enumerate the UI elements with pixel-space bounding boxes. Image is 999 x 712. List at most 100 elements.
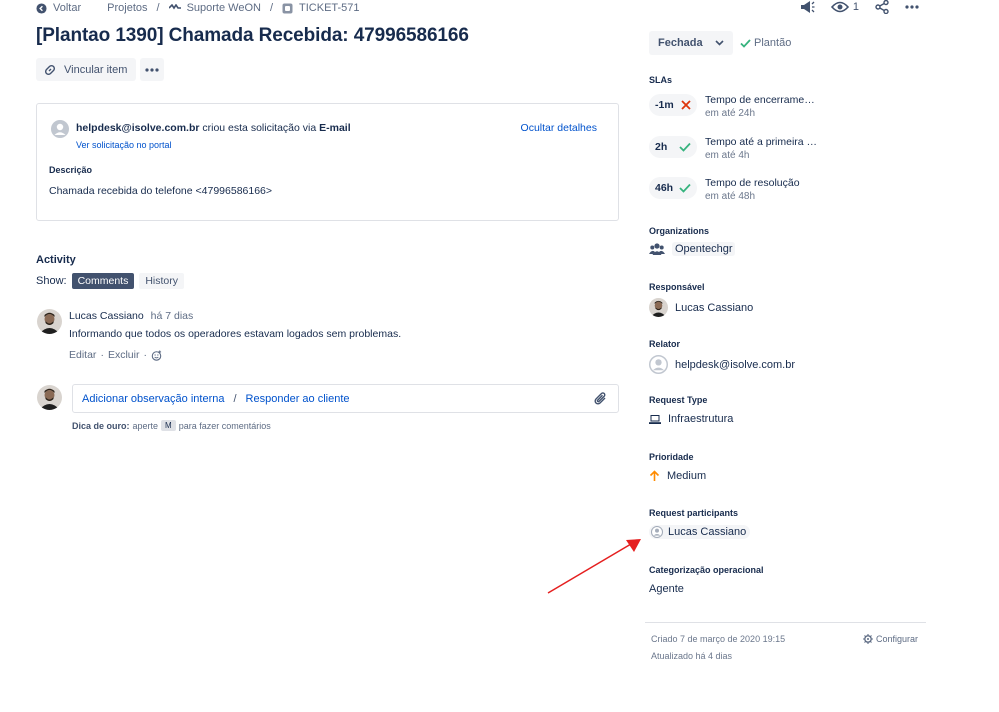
delete-comment-link[interactable]: Excluir [108, 349, 140, 361]
view-in-portal-link[interactable]: Ver solicitação no portal [76, 140, 172, 150]
tip-text-2: para fazer comentários [178, 420, 271, 431]
requester-line: helpdesk@isolve.com.br criou esta solici… [76, 122, 351, 134]
separator-dot: · [100, 349, 104, 361]
attachment-icon[interactable] [594, 391, 608, 407]
keyboard-tip: Dica de ouro: aperte M para fazer coment… [72, 420, 271, 431]
more-icon [145, 67, 159, 72]
status-dropdown[interactable]: Fechada [649, 31, 733, 55]
slas-title: SLAs [649, 75, 673, 85]
sla-badge: 2h [649, 136, 697, 158]
reporter-email: helpdesk@isolve.com.br [675, 358, 795, 371]
participant-chip[interactable]: Lucas Cassiano [649, 525, 751, 539]
priority-value: Medium [667, 470, 707, 482]
link-icon [43, 63, 57, 77]
sla-target: em até 24h [705, 108, 756, 119]
request-type-value: Infraestrutura [668, 413, 734, 425]
tab-comments[interactable]: Comments [71, 273, 135, 289]
watch-button[interactable]: 1 [830, 1, 859, 13]
sla-item[interactable]: 2h Tempo até a primeira … em até 4h [649, 136, 817, 161]
default-avatar-icon [649, 355, 668, 374]
comment-header: Lucas Cassiano há 7 dias [69, 310, 193, 322]
back-link[interactable]: Voltar [53, 2, 81, 14]
add-internal-note-link[interactable]: Adicionar observação interna [82, 393, 224, 405]
back-arrow-icon[interactable] [36, 2, 47, 14]
comment-author[interactable]: Lucas Cassiano [69, 310, 144, 322]
breadcrumb-ticket[interactable]: TICKET-571 [299, 2, 360, 14]
tab-history[interactable]: History [139, 273, 185, 289]
sla-item[interactable]: 46h Tempo de resolução em até 48h [649, 177, 800, 202]
link-item-button[interactable]: Vincular item [36, 58, 137, 81]
sla-text: Tempo de resolução em até 48h [705, 177, 800, 202]
assignee-name: Lucas Cassiano [675, 301, 754, 314]
reply-separator: / [233, 392, 237, 405]
organization-chip[interactable]: Opentechgr [672, 242, 736, 256]
assignee-field[interactable]: Lucas Cassiano [649, 298, 753, 317]
status-label: Fechada [658, 37, 703, 49]
reply-to-customer-link[interactable]: Responder ao cliente [246, 393, 350, 405]
show-label: Show: [36, 275, 67, 287]
sla-time: 46h [655, 182, 674, 194]
arrow-up-priority-icon [649, 470, 660, 482]
people-group-icon [649, 242, 665, 256]
assignee-label: Responsável [649, 282, 705, 292]
toolbar-more-button[interactable] [140, 58, 164, 81]
default-avatar-icon [51, 120, 69, 138]
feedback-megaphone-icon[interactable] [799, 0, 815, 14]
configure-link[interactable]: Configurar [863, 634, 918, 644]
breadcrumb-separator: / [269, 2, 274, 14]
activity-title: Activity [36, 254, 76, 266]
organizations-label: Organizations [649, 226, 710, 236]
met-check-icon [679, 183, 691, 193]
organizations-field[interactable]: Opentechgr [649, 242, 736, 256]
breached-x-icon [681, 100, 691, 110]
divider [645, 622, 926, 623]
edit-comment-link[interactable]: Editar [69, 349, 96, 361]
more-actions-icon[interactable] [905, 5, 919, 9]
activity-filter: Show: Comments History [36, 273, 185, 289]
channel-name: E-mail [319, 122, 351, 134]
watchers-count: 1 [852, 1, 859, 13]
shortcut-key: M [161, 420, 176, 431]
breadcrumb: Voltar Projetos / Suporte WeON / TICKET-… [36, 1, 360, 15]
sla-badge: -1m [649, 94, 697, 116]
breadcrumb-project[interactable]: Suporte WeON [187, 2, 261, 14]
categorization-field[interactable]: Agente [649, 583, 684, 595]
sla-name: Tempo de encerrame… [705, 94, 815, 106]
priority-field[interactable]: Medium [649, 470, 706, 482]
created-date: Criado 7 de março de 2020 19:15 [651, 634, 786, 644]
updated-date: Atualizado há 4 dias [651, 651, 733, 661]
sla-name: Tempo até a primeira … [705, 136, 818, 148]
description-label: Descrição [49, 165, 93, 175]
met-check-icon [679, 142, 691, 152]
sla-item[interactable]: -1m Tempo de encerrame… em até 24h [649, 94, 815, 119]
comment-time[interactable]: há 7 dias [151, 310, 194, 322]
gear-icon [863, 634, 873, 644]
chevron-down-icon [715, 40, 724, 46]
reporter-field[interactable]: helpdesk@isolve.com.br [649, 355, 795, 374]
avatar[interactable] [37, 309, 62, 334]
share-icon[interactable] [875, 0, 889, 14]
comment-actions: Editar · Excluir · [69, 349, 162, 361]
sla-name: Tempo de resolução [705, 177, 800, 189]
sla-target: em até 48h [705, 191, 756, 202]
participants-label: Request participants [649, 508, 739, 518]
add-reaction-icon[interactable] [151, 349, 162, 361]
reporter-label: Relator [649, 339, 681, 349]
resolution-label: Plantão [754, 37, 792, 49]
avatar [37, 385, 62, 410]
request-details-card: helpdesk@isolve.com.br criou esta solici… [36, 103, 619, 221]
separator-dot: · [143, 349, 147, 361]
hide-details-link[interactable]: Ocultar detalhes [521, 122, 597, 134]
comment-reply-box[interactable]: Adicionar observação interna / Responder… [72, 384, 619, 413]
requester-email[interactable]: helpdesk@isolve.com.br [76, 122, 199, 134]
avatar [649, 298, 668, 317]
request-type-field[interactable]: Infraestrutura [649, 413, 733, 425]
ticket-title[interactable]: [Plantao 1390] Chamada Recebida: 4799658… [36, 25, 469, 47]
laptop-icon [649, 414, 661, 425]
sla-time: 2h [655, 141, 668, 153]
participants-field[interactable]: Lucas Cassiano [649, 525, 751, 539]
breadcrumb-projects[interactable]: Projetos [107, 2, 147, 14]
sla-time: -1m [655, 99, 674, 111]
default-avatar-icon [651, 526, 663, 538]
description-text[interactable]: Chamada recebida do telefone <4799658616… [49, 185, 272, 197]
